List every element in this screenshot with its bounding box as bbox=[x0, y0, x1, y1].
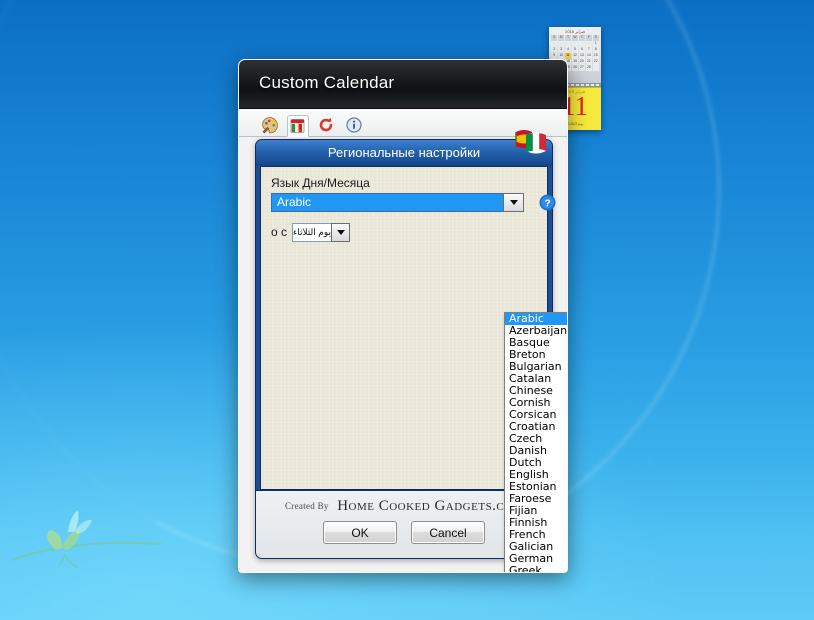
gadget-day-cell bbox=[551, 41, 558, 47]
weekday-preview-label: о с bbox=[271, 225, 288, 239]
gadget-dow-cell: T bbox=[564, 35, 572, 41]
toolbar-item-about[interactable] bbox=[343, 114, 365, 136]
gadget-day-cell: 3 bbox=[557, 47, 565, 53]
gadget-day-cell bbox=[585, 41, 593, 47]
weekday-sample-select[interactable]: يوم الثلاثاء bbox=[292, 222, 351, 242]
svg-text:?: ? bbox=[544, 198, 550, 209]
gadget-day-cell: 14 bbox=[585, 53, 593, 59]
palette-icon bbox=[262, 117, 278, 134]
gadget-dow-cell: T bbox=[578, 35, 586, 41]
gadget-day-cell: 21 bbox=[585, 59, 593, 65]
chevron-down-icon-2[interactable] bbox=[331, 222, 351, 242]
language-dropdown-options[interactable]: Arabic Azerbaijani Basque Breton Bulgarian Ca… bbox=[505, 313, 567, 573]
gadget-day-cell: 12 bbox=[571, 53, 579, 59]
gadget-day-cell: 22 bbox=[592, 59, 599, 65]
language-field-label: Язык Дня/Месяца bbox=[271, 176, 370, 190]
dialog-header: Региональные настройки bbox=[256, 130, 552, 166]
toolbar-item-appearance[interactable] bbox=[259, 114, 281, 136]
ok-button[interactable]: OK bbox=[323, 521, 397, 544]
window-client-area: 1 Региональные настройки Язык Дня/Месяца… bbox=[239, 109, 567, 573]
gadget-day-cell bbox=[571, 41, 579, 47]
gadget-day-cell: 6 bbox=[578, 47, 586, 53]
weekday-sample-value: يوم الثلاثاء bbox=[292, 222, 332, 242]
wallpaper-plant-graphic bbox=[12, 510, 162, 568]
chevron-down-icon[interactable] bbox=[503, 193, 524, 212]
help-question-icon[interactable]: ? bbox=[539, 194, 556, 211]
gadget-day-cell: 27 bbox=[578, 65, 586, 72]
gadget-day-cell: 26 bbox=[571, 65, 579, 72]
calendar-flag-icon: 1 bbox=[290, 119, 305, 133]
gadget-dow-cell: M bbox=[557, 35, 565, 41]
language-select-value: Arabic bbox=[271, 193, 503, 212]
gadget-day-cell bbox=[578, 41, 586, 47]
gadget-dow-cell: S bbox=[551, 35, 558, 41]
gadget-dow-cell: F bbox=[585, 35, 593, 41]
gadget-day-cell: 11 bbox=[564, 53, 572, 59]
gadget-day-cell: 13 bbox=[578, 53, 586, 59]
gadget-dow-cell: S bbox=[592, 35, 599, 41]
gadget-day-cell: 8 bbox=[592, 47, 599, 53]
refresh-icon bbox=[319, 117, 333, 132]
language-dropdown-list[interactable]: Arabic Azerbaijani Basque Breton Bulgarian Ca… bbox=[504, 312, 567, 573]
language-select[interactable]: Arabic ? bbox=[271, 193, 556, 212]
gadget-day-cell bbox=[557, 41, 565, 47]
cancel-button[interactable]: Cancel bbox=[411, 521, 485, 544]
gadget-day-cell: 15 bbox=[592, 53, 599, 59]
gadget-day-cell: 28 bbox=[585, 65, 593, 72]
gadget-day-cell bbox=[592, 65, 599, 72]
dialog-title: Региональные настройки bbox=[327, 145, 481, 160]
toolbar-item-reset[interactable] bbox=[315, 114, 337, 136]
branding-prefix: Created By bbox=[284, 501, 329, 511]
info-icon bbox=[346, 117, 362, 133]
branding-name: Home Cooked Gadgets.com bbox=[337, 498, 523, 514]
gadget-day-cell: 4 bbox=[564, 47, 572, 53]
gadget-month-header: فبراير 2015 bbox=[565, 29, 585, 34]
spain-italy-flag-icon bbox=[515, 130, 546, 154]
weekday-preview-row: о с يوم الثلاثاء bbox=[271, 222, 537, 242]
page-title: Custom Calendar bbox=[259, 73, 395, 92]
toolbar-item-regional-settings[interactable]: 1 bbox=[287, 115, 309, 137]
gadget-day-cell: 2 bbox=[551, 47, 558, 53]
gadget-day-cell: 19 bbox=[571, 59, 579, 65]
gadget-day-cell: 20 bbox=[578, 59, 586, 65]
desktop: فبراير 2015 S M T W T F S 1 2 3 4 5 6 7 8 9 10 11 12 13 14 15… bbox=[0, 0, 814, 620]
gadget-dow-cell: W bbox=[571, 35, 579, 41]
custom-calendar-window: Custom Calendar 1 Региональные настройки… bbox=[238, 59, 568, 573]
gadget-day-cell: 7 bbox=[585, 47, 593, 53]
svg-text:1: 1 bbox=[296, 126, 300, 133]
window-title-bar[interactable]: Custom Calendar bbox=[239, 60, 567, 109]
gadget-day-cell bbox=[564, 41, 572, 47]
gadget-day-cell: 1 bbox=[592, 41, 599, 47]
dropdown-option[interactable]: Greek bbox=[505, 565, 567, 573]
gadget-day-cell: 5 bbox=[571, 47, 579, 53]
